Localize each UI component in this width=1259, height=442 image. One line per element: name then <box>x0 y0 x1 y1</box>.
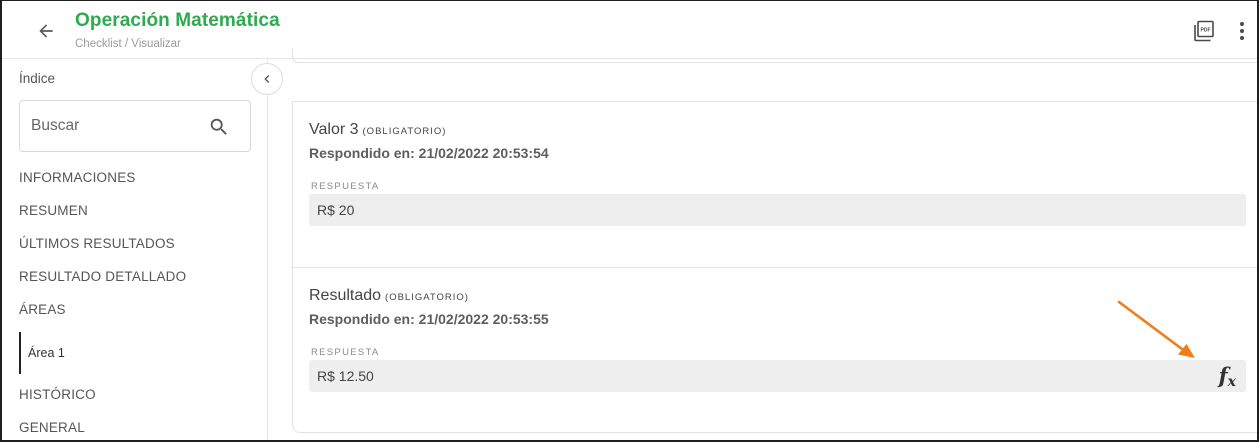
response-field: R$ 20 <box>309 194 1246 226</box>
search-input[interactable] <box>31 115 201 137</box>
pdf-icon: PDF <box>1194 20 1214 42</box>
more-vert-icon <box>1240 22 1244 26</box>
page-title: Operación Matemática <box>75 10 280 31</box>
sidebar-item-resultado-detallado[interactable]: RESULTADO DETALLADO <box>19 269 186 284</box>
app-window: Operación Matemática Checklist / Visuali… <box>0 0 1259 442</box>
back-button[interactable] <box>32 17 60 45</box>
response-label: RESPUESTA <box>311 347 380 358</box>
response-label: RESPUESTA <box>311 181 380 192</box>
formula-icon[interactable]: fx <box>1219 363 1236 390</box>
arrow-back-icon <box>39 24 53 38</box>
sidebar-subitem-label: Área 1 <box>28 346 65 360</box>
checklist-content: Valor 3 (OBLIGATORIO) Respondido en: 21/0… <box>268 49 1257 440</box>
question-title: Resultado <box>309 287 382 304</box>
sidebar-item-general[interactable]: GENERAL <box>19 420 85 435</box>
answered-at: Respondido en: 21/02/2022 20:53:55 <box>309 311 549 327</box>
response-value: R$ 12.50 <box>317 368 374 384</box>
export-pdf-button[interactable]: PDF <box>1192 19 1216 43</box>
index-sidebar: Índice INFORMACIONES RESUMEN ÚLTIMOS RES… <box>2 59 268 440</box>
chevron-left-icon <box>264 75 270 83</box>
required-label: (OBLIGATORIO) <box>362 126 447 137</box>
question-title: Valor 3 <box>309 121 359 138</box>
sidebar-item-resumen[interactable]: RESUMEN <box>19 203 88 218</box>
response-field: R$ 12.50 fx <box>309 360 1246 392</box>
index-title: Índice <box>19 71 56 86</box>
sidebar-item-areas[interactable]: ÁREAS <box>19 302 66 317</box>
answered-at: Respondido en: 21/02/2022 20:53:54 <box>309 145 549 161</box>
search-icon[interactable] <box>208 116 230 138</box>
question-card: Resultado (OBLIGATORIO) Respondido en: 21… <box>292 267 1257 433</box>
required-label: (OBLIGATORIO) <box>385 292 469 303</box>
search-field[interactable] <box>19 100 251 152</box>
breadcrumb: Checklist / Visualizar <box>75 38 181 50</box>
more-options-button[interactable] <box>1234 19 1250 43</box>
sidebar-subitem-area-1[interactable]: Área 1 <box>19 332 65 374</box>
sidebar-item-informaciones[interactable]: INFORMACIONES <box>19 170 136 185</box>
question-card: Valor 3 (OBLIGATORIO) Respondido en: 21/0… <box>292 101 1257 267</box>
sidebar-item-ultimos-resultados[interactable]: ÚLTIMOS RESULTADOS <box>19 236 175 251</box>
response-value: R$ 20 <box>317 202 355 218</box>
sidebar-item-historico[interactable]: HISTÓRICO <box>19 387 96 402</box>
collapse-sidebar-button[interactable] <box>251 63 283 95</box>
svg-text:PDF: PDF <box>1201 27 1211 33</box>
previous-question-card <box>292 49 1257 63</box>
